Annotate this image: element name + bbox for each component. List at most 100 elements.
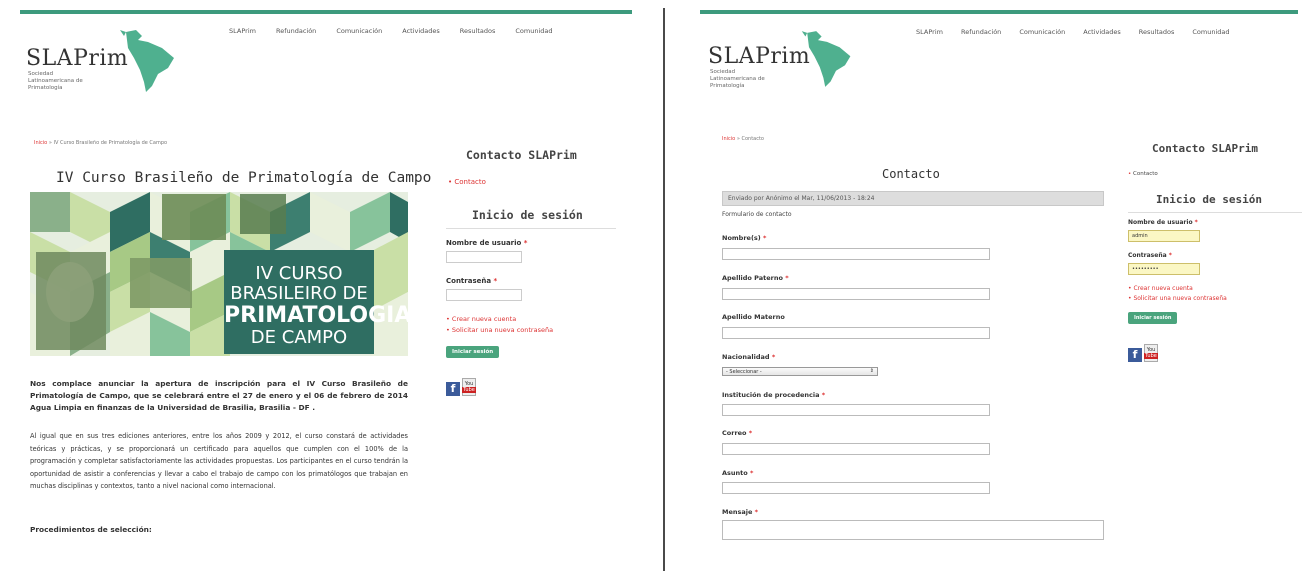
nacionalidad-selected-value: - Seleccionar - <box>726 369 762 375</box>
breadcrumb-current: » IV Curso Brasileño de Primatología de … <box>47 140 168 146</box>
contact-block-title: Contacto SLAPrim <box>466 148 577 162</box>
section-heading: Procedimientos de selección: <box>30 525 152 534</box>
facebook-icon[interactable]: f <box>446 382 460 396</box>
required-mark: * <box>1168 252 1172 259</box>
apellido-materno-label: Apellido Materno <box>722 313 785 321</box>
username-label: Nombre de usuario * <box>1128 219 1302 226</box>
create-account-link[interactable]: Crear nueva cuenta <box>446 315 616 323</box>
apellido-paterno-input[interactable] <box>722 288 990 300</box>
password-label-text: Contraseña <box>1128 252 1167 259</box>
mensaje-label-text: Mensaje <box>722 508 753 516</box>
course-banner-image: IV CURSO BRASILEIRO DE PRIMATOLOGIA DE C… <box>30 192 408 356</box>
login-button[interactable]: Iniciar sesión <box>446 346 500 358</box>
breadcrumb-home-link[interactable]: Inicio <box>34 140 47 146</box>
site-logo[interactable]: SLAPrim Sociedad Latinoamericana de Prim… <box>708 31 851 90</box>
main-nav: SLAPrim Refundación Comunicación Activid… <box>916 28 1230 36</box>
username-input[interactable]: admin <box>1128 230 1200 242</box>
logo-subtitle: Sociedad Latinoamericana de Primatología <box>710 69 765 89</box>
mensaje-textarea[interactable] <box>722 520 1104 540</box>
intro-paragraph: Nos complace anunciar la apertura de ins… <box>30 379 408 412</box>
nacionalidad-select[interactable]: - Seleccionar - ⇕ <box>722 367 878 376</box>
main-nav: SLAPrim Refundación Comunicación Activid… <box>229 27 553 35</box>
youtube-icon[interactable]: You Tube <box>1144 344 1158 362</box>
required-mark: * <box>748 429 753 437</box>
nombre-input[interactable] <box>722 248 990 260</box>
posted-by-bar: Enviado por Anónimo el Mar, 11/06/2013 -… <box>722 191 1104 206</box>
correo-input[interactable] <box>722 443 990 455</box>
banner-line-1: IV CURSO <box>255 263 343 284</box>
asunto-input[interactable] <box>722 482 990 494</box>
social-icons: f You Tube <box>1128 344 1302 362</box>
banner-title-box: IV CURSO BRASILEIRO DE PRIMATOLOGIA DE C… <box>224 250 408 354</box>
south-america-map-icon <box>120 30 174 92</box>
nacionalidad-label: Nacionalidad * <box>722 353 775 361</box>
apellido-materno-input[interactable] <box>722 327 990 339</box>
breadcrumb: Inicio » Contacto <box>722 136 764 142</box>
login-button[interactable]: Iniciar sesión <box>1128 312 1178 324</box>
youtube-icon[interactable]: You Tube <box>462 378 476 396</box>
logo-text: SLAPrim <box>26 46 129 71</box>
required-mark: * <box>785 274 789 282</box>
contact-block-title: Contacto SLAPrim <box>1152 142 1258 155</box>
nav-item-slaprim[interactable]: SLAPrim <box>229 27 256 35</box>
nav-item-resultados[interactable]: Resultados <box>1139 28 1175 36</box>
create-account-link[interactable]: Crear nueva cuenta <box>1128 285 1302 292</box>
facebook-icon[interactable]: f <box>1128 348 1142 362</box>
divider <box>1128 212 1302 213</box>
nav-item-comunidad[interactable]: Comunidad <box>1192 28 1229 36</box>
asunto-label-text: Asunto <box>722 469 748 477</box>
apellido-paterno-label-text: Apellido Paterno <box>722 274 783 282</box>
nav-item-actividades[interactable]: Actividades <box>1083 28 1121 36</box>
username-input[interactable] <box>446 251 522 263</box>
page-title: Contacto <box>882 167 940 181</box>
contact-link[interactable]: Contacto <box>448 178 616 186</box>
breadcrumb-home-link[interactable]: Inicio <box>722 136 735 142</box>
nav-item-actividades[interactable]: Actividades <box>402 27 440 35</box>
breadcrumb-current: » Contacto <box>735 136 764 142</box>
left-screenshot-panel: SLAPrim Sociedad Latinoamericana de Prim… <box>0 0 640 571</box>
nombre-label-text: Nombre(s) <box>722 234 761 242</box>
username-label-text: Nombre de usuario <box>446 239 522 247</box>
nav-item-slaprim[interactable]: SLAPrim <box>916 28 943 36</box>
request-password-link[interactable]: Solicitar una nueva contraseña <box>1128 295 1302 302</box>
username-label: Nombre de usuario * <box>446 239 616 247</box>
password-label: Contraseña * <box>446 277 616 285</box>
top-accent-bar <box>20 10 632 14</box>
banner-line-3: PRIMATOLOGIA <box>224 303 408 328</box>
nombre-label: Nombre(s) * <box>722 234 766 242</box>
social-icons: f You Tube <box>446 378 616 396</box>
select-arrow-icon: ⇕ <box>869 368 874 374</box>
login-block-title: Inicio de sesión <box>472 208 583 222</box>
logo-subtitle: Sociedad Latinoamericana de Primatología <box>28 71 83 91</box>
nav-item-comunicacion[interactable]: Comunicación <box>1019 28 1065 36</box>
required-mark: * <box>754 508 759 516</box>
required-mark: * <box>493 277 498 285</box>
logo-text: SLAPrim <box>708 44 811 69</box>
panel-divider <box>663 8 665 571</box>
banner-line-2: BRASILEIRO DE <box>230 283 368 304</box>
apellido-paterno-label: Apellido Paterno * <box>722 274 789 282</box>
nav-item-refundacion[interactable]: Refundación <box>961 28 1001 36</box>
institucion-label: Institución de procedencia * <box>722 391 825 399</box>
nav-item-comunicacion[interactable]: Comunicación <box>336 27 382 35</box>
password-input[interactable]: ••••••••• <box>1128 263 1200 275</box>
sidebar: Contacto SLAPrim Contacto Inicio de sesi… <box>446 148 616 396</box>
nav-item-refundacion[interactable]: Refundación <box>276 27 316 35</box>
required-mark: * <box>763 234 767 242</box>
south-america-map-icon <box>801 31 851 87</box>
correo-label: Correo * <box>722 429 752 437</box>
body-paragraph: Al igual que en sus tres ediciones anter… <box>30 432 408 491</box>
nav-item-comunidad[interactable]: Comunidad <box>515 27 552 35</box>
site-logo[interactable]: SLAPrim Sociedad Latinoamericana de Prim… <box>26 30 174 92</box>
required-mark: * <box>1194 219 1198 226</box>
password-input[interactable] <box>446 289 522 301</box>
divider <box>446 228 616 229</box>
password-label-text: Contraseña <box>446 277 492 285</box>
form-caption: Formulario de contacto <box>722 211 792 218</box>
institucion-input[interactable] <box>722 404 990 416</box>
nav-item-resultados[interactable]: Resultados <box>460 27 496 35</box>
contact-link[interactable]: Contacto <box>1128 171 1302 177</box>
request-password-link[interactable]: Solicitar una nueva contraseña <box>446 326 616 334</box>
password-label: Contraseña * <box>1128 252 1302 259</box>
correo-label-text: Correo <box>722 429 747 437</box>
